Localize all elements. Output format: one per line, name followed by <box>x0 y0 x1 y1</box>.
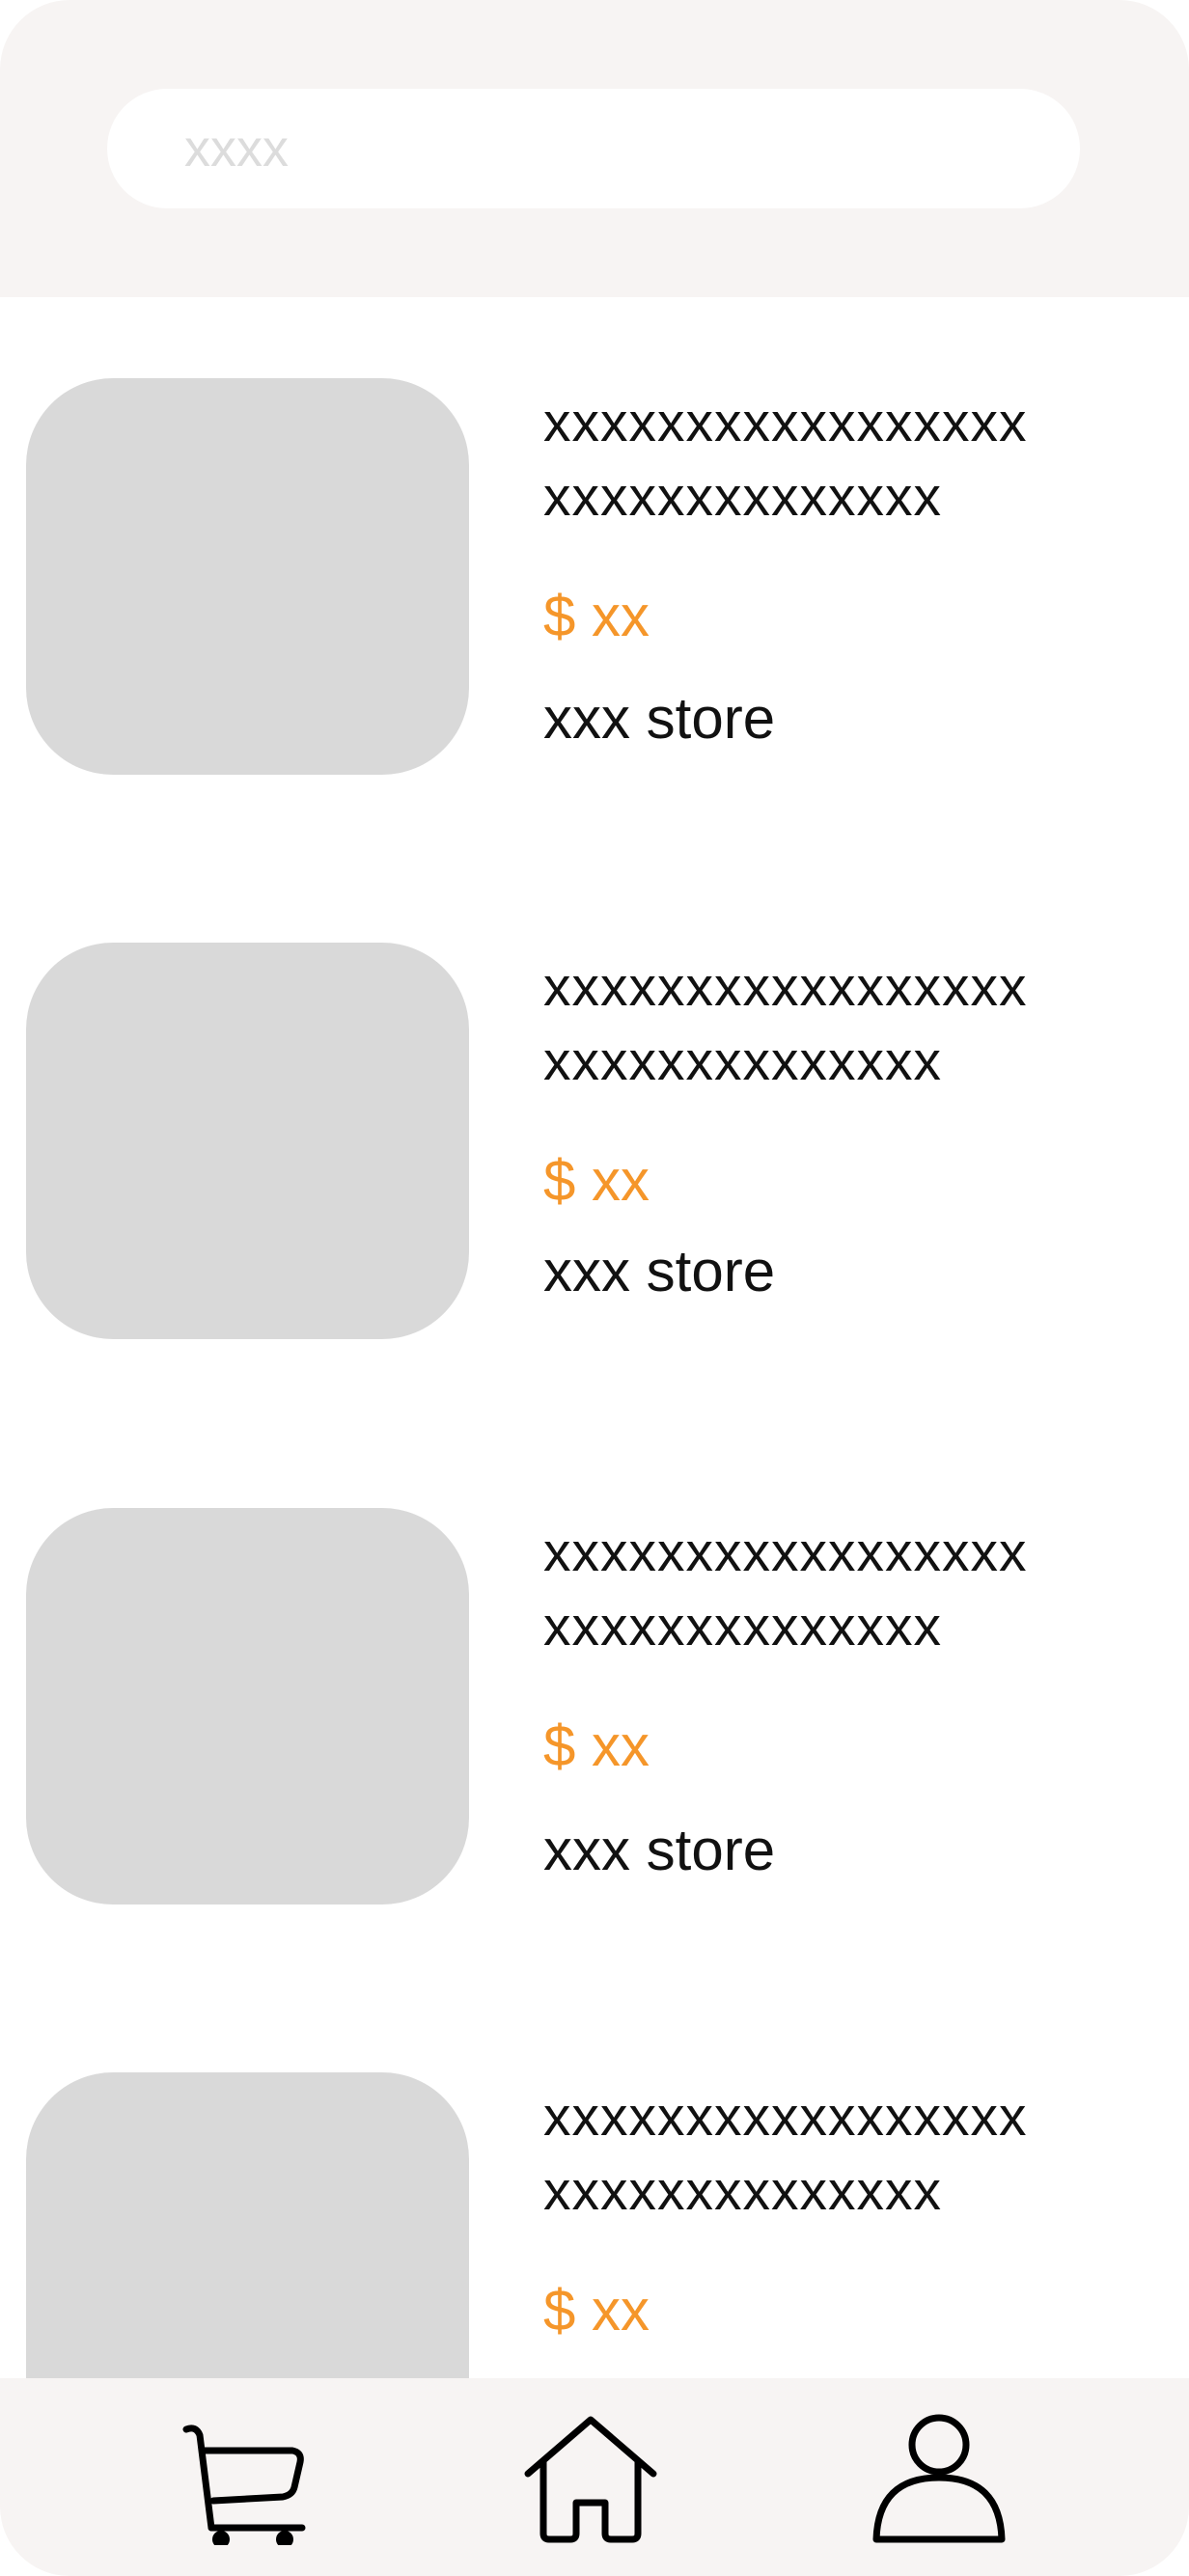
app-screen: xxxxxxxxxxxxxxxxx xxxxxxxxxxxxxx $ xx xx… <box>0 0 1189 2576</box>
product-image[interactable] <box>26 1508 469 1905</box>
product-store[interactable]: xxx store <box>543 685 775 753</box>
search-input[interactable] <box>182 118 1080 179</box>
product-store[interactable]: xxx store <box>543 1817 775 1884</box>
product-item[interactable]: xxxxxxxxxxxxxxxxx xxxxxxxxxxxxxx $ xx xx… <box>0 943 1189 1348</box>
product-item[interactable]: xxxxxxxxxxxxxxxxx xxxxxxxxxxxxxx $ xx xx… <box>0 1508 1189 1913</box>
search-bar[interactable] <box>107 89 1080 208</box>
product-price: $ xx <box>543 1713 650 1778</box>
product-price: $ xx <box>543 1148 650 1213</box>
profile-icon <box>872 2414 1006 2542</box>
product-item[interactable]: xxxxxxxxxxxxxxxxx xxxxxxxxxxxxxx $ xx xx… <box>0 378 1189 783</box>
product-title: xxxxxxxxxxxxxxxxx xxxxxxxxxxxxxx <box>543 392 1028 528</box>
product-price: $ xx <box>543 584 650 648</box>
product-image[interactable] <box>26 378 469 775</box>
product-title: xxxxxxxxxxxxxxxxx xxxxxxxxxxxxxx <box>543 956 1028 1092</box>
product-title: xxxxxxxxxxxxxxxxx xxxxxxxxxxxxxx <box>543 1521 1028 1658</box>
search-header <box>0 0 1189 297</box>
tab-home[interactable] <box>513 2378 668 2576</box>
product-title: xxxxxxxxxxxxxxxxx xxxxxxxxxxxxxx <box>543 2086 1028 2222</box>
product-image[interactable] <box>26 943 469 1339</box>
product-store[interactable]: xxx store <box>543 1238 775 1305</box>
bottom-tab-bar <box>0 2378 1189 2576</box>
product-price: $ xx <box>543 2278 650 2343</box>
tab-cart[interactable] <box>164 2378 318 2576</box>
tab-profile[interactable] <box>862 2378 1016 2576</box>
home-icon <box>524 2416 657 2542</box>
cart-icon <box>182 2424 306 2545</box>
